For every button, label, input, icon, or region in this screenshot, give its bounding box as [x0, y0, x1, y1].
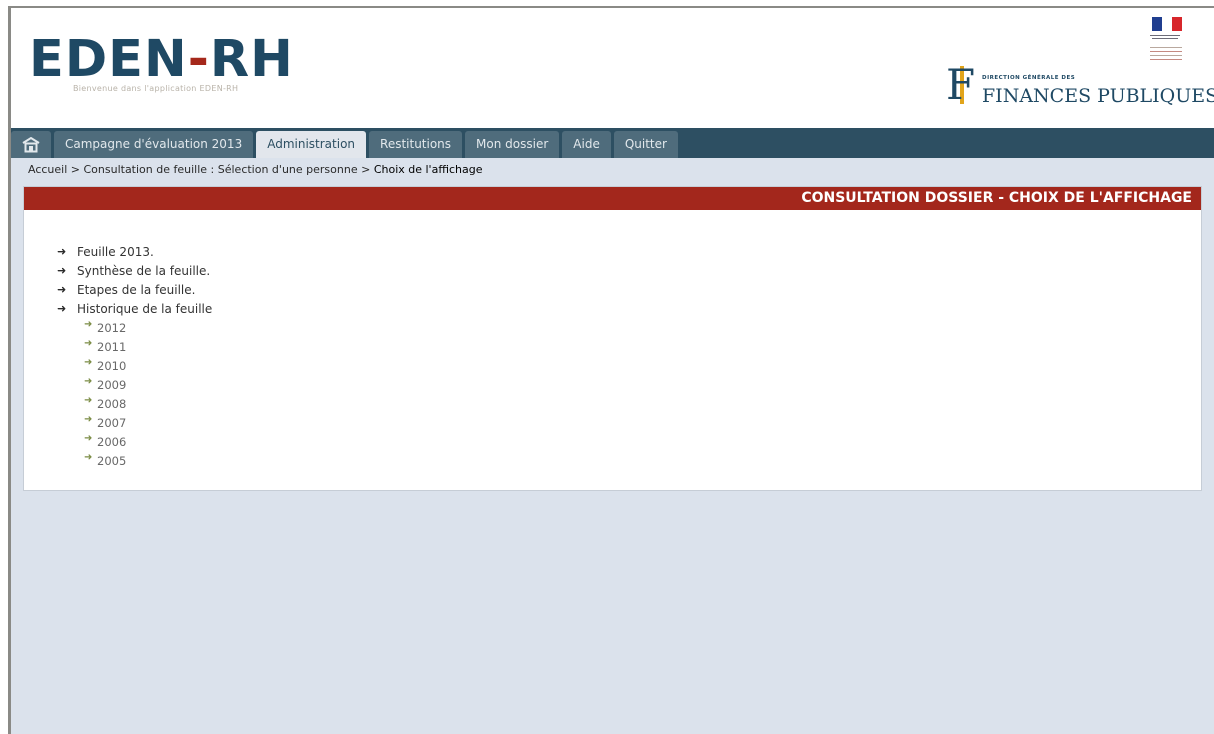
breadcrumb-path[interactable]: Accueil > Consultation de feuille : Séle… [28, 163, 374, 176]
list-item-year-2011[interactable]: ➜ 2011 [84, 337, 212, 356]
list-item-etapes[interactable]: ➜ Etapes de la feuille. [57, 280, 212, 299]
arrow-right-icon: ➜ [57, 245, 67, 258]
tab-home[interactable] [11, 131, 51, 158]
tab-mon-dossier[interactable]: Mon dossier [465, 131, 560, 158]
list-item-feuille[interactable]: ➜ Feuille 2013. [57, 242, 212, 261]
list-item-year-2006[interactable]: ➜ 2006 [84, 432, 212, 451]
dgfip-logo: F DIRECTION GÉNÉRALE DES FINANCES PUBLIQ… [946, 60, 1214, 109]
main-nav: Campagne d'évaluation 2013 Administratio… [11, 128, 1214, 158]
list-item-year-2007[interactable]: ➜ 2007 [84, 413, 212, 432]
list-item-year-2008[interactable]: ➜ 2008 [84, 394, 212, 413]
tagline: Bienvenue dans l'application EDEN-RH [73, 84, 239, 93]
arrow-right-icon: ➜ [84, 376, 93, 387]
history-years-list: ➜ 2012 ➜ 2011 ➜ 2010 ➜ 2009 ➜ 2008 ➜ 200… [57, 318, 212, 470]
arrow-right-icon: ➜ [84, 319, 93, 330]
content-panel: CONSULTATION DOSSIER - CHOIX DE L'AFFICH… [23, 186, 1202, 491]
list-item-synthese[interactable]: ➜ Synthèse de la feuille. [57, 261, 212, 280]
display-options-menu: ➜ Feuille 2013. ➜ Synthèse de la feuille… [57, 242, 212, 470]
arrow-right-icon: ➜ [57, 264, 67, 277]
tab-restitutions[interactable]: Restitutions [369, 131, 463, 158]
app-frame: EDEN-RH Bienvenue dans l'application EDE… [8, 6, 1214, 734]
header: EDEN-RH Bienvenue dans l'application EDE… [11, 8, 1214, 128]
tab-campagne-evaluation[interactable]: Campagne d'évaluation 2013 [54, 131, 254, 158]
eden-rh-logo: EDEN-RH [29, 30, 294, 89]
list-item-year-2009[interactable]: ➜ 2009 [84, 375, 212, 394]
arrow-right-icon: ➜ [84, 433, 93, 444]
tab-administration[interactable]: Administration [256, 131, 367, 158]
tab-quitter[interactable]: Quitter [613, 131, 678, 158]
breadcrumb: Accueil > Consultation de feuille : Séle… [28, 163, 482, 179]
arrow-right-icon: ➜ [84, 338, 93, 349]
arrow-right-icon: ➜ [57, 302, 67, 315]
list-item-historique[interactable]: ➜ Historique de la feuille [57, 299, 212, 318]
list-item-year-2010[interactable]: ➜ 2010 [84, 356, 212, 375]
arrow-right-icon: ➜ [57, 283, 67, 296]
list-item-year-2012[interactable]: ➜ 2012 [84, 318, 212, 337]
home-icon [22, 136, 40, 152]
arrow-right-icon: ➜ [84, 395, 93, 406]
tab-aide[interactable]: Aide [562, 131, 611, 158]
arrow-right-icon: ➜ [84, 452, 93, 463]
list-item-year-2005[interactable]: ➜ 2005 [84, 451, 212, 470]
panel-title: CONSULTATION DOSSIER - CHOIX DE L'AFFICH… [24, 187, 1201, 210]
arrow-right-icon: ➜ [84, 357, 93, 368]
breadcrumb-current: Choix de l'affichage [373, 163, 483, 176]
marianne-icon [1147, 17, 1185, 67]
arrow-right-icon: ➜ [84, 414, 93, 425]
